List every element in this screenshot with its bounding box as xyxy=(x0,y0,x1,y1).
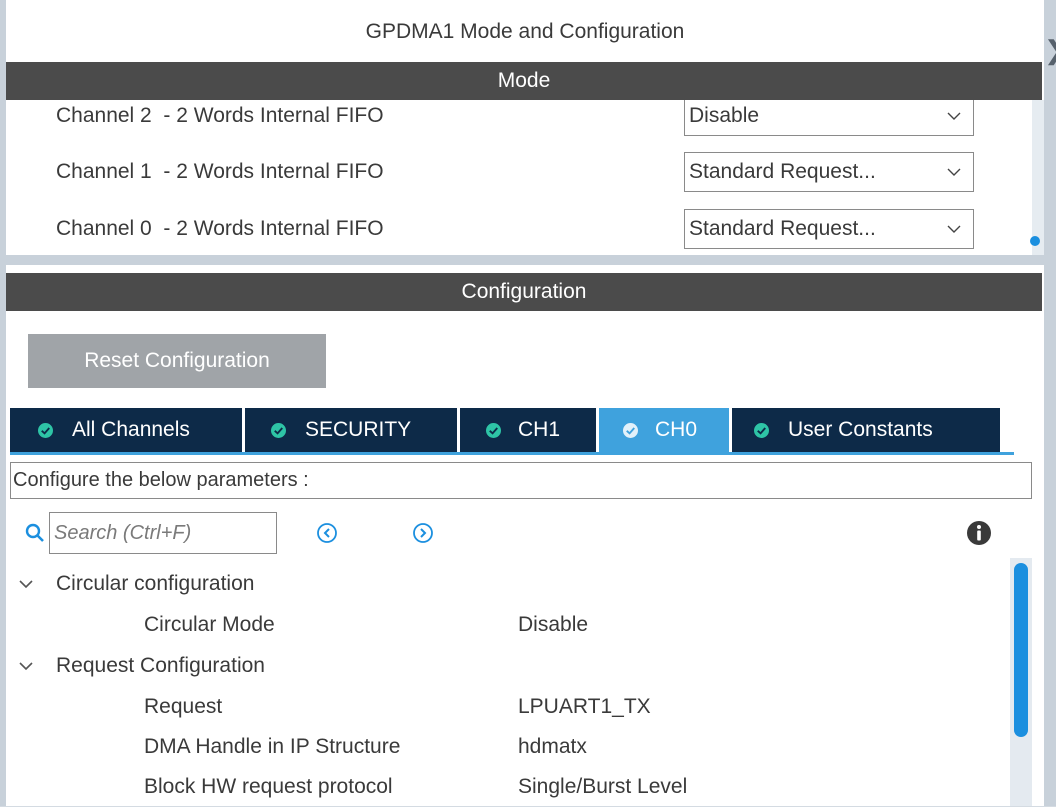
chevron-left-circle-icon[interactable] xyxy=(316,522,338,544)
check-circle-icon xyxy=(486,423,501,438)
tab-label: All Channels xyxy=(72,418,190,441)
mode-row-label: Channel 1 - 2 Words Internal FIFO xyxy=(56,160,384,183)
check-circle-icon xyxy=(754,423,769,438)
select-value: Standard Request... xyxy=(689,217,876,240)
section-splitter[interactable] xyxy=(6,255,1044,265)
select-value: Standard Request... xyxy=(689,160,876,183)
mode-row-label: Channel 2 - 2 Words Internal FIFO xyxy=(56,104,384,127)
param-value: Disable xyxy=(518,613,589,636)
right-splitter[interactable] xyxy=(1044,0,1056,806)
tree-param-row[interactable]: Request LPUART1_TX xyxy=(10,687,1010,727)
select-value: Disable xyxy=(689,104,760,127)
tab-label: SECURITY xyxy=(305,418,412,441)
param-value: Single/Burst Level xyxy=(518,775,688,798)
mode-scrollbar-thumb[interactable] xyxy=(1030,236,1040,246)
parameters-description: Configure the below parameters : xyxy=(10,462,1032,499)
left-splitter[interactable] xyxy=(0,0,6,806)
tree-param-row[interactable]: Circular Mode Disable xyxy=(10,605,1010,645)
tree-param-row[interactable]: DMA Handle in IP Structure hdmatx xyxy=(10,727,1010,767)
tab-all-channels[interactable]: All Channels xyxy=(10,408,242,452)
mode-header: Mode xyxy=(6,62,1042,100)
chevron-down-icon xyxy=(947,112,961,120)
mode-row-label: Channel 0 - 2 Words Internal FIFO xyxy=(56,217,384,240)
tree-group-request-configuration[interactable]: Request Configuration xyxy=(10,646,1010,686)
channel-1-mode-select[interactable]: Standard Request... xyxy=(684,152,974,192)
chevron-down-icon[interactable] xyxy=(18,577,34,591)
tree-group-label: Request Configuration xyxy=(56,654,265,677)
parameter-tree-scrollbar-thumb[interactable] xyxy=(1014,563,1028,737)
mode-row-channel-2: Channel 2 - 2 Words Internal FIFO Disabl… xyxy=(6,100,1006,136)
param-name: DMA Handle in IP Structure xyxy=(144,735,401,758)
tree-group-label: Circular configuration xyxy=(56,572,255,595)
tab-ch0[interactable]: CH0 xyxy=(599,408,729,452)
check-circle-icon xyxy=(623,423,638,438)
chevron-down-icon[interactable] xyxy=(18,659,34,673)
param-name: Request xyxy=(144,695,223,718)
chevron-right-circle-icon[interactable] xyxy=(412,522,434,544)
param-value: LPUART1_TX xyxy=(518,695,651,718)
search-input[interactable] xyxy=(49,512,277,554)
chevron-down-icon xyxy=(947,225,961,233)
check-circle-icon xyxy=(38,423,53,438)
chevron-down-icon xyxy=(947,168,961,176)
tab-security[interactable]: SECURITY xyxy=(245,408,457,452)
reset-configuration-button[interactable]: Reset Configuration xyxy=(28,334,326,388)
tab-ch1[interactable]: CH1 xyxy=(460,408,596,452)
configuration-header: Configuration xyxy=(6,273,1042,311)
param-value: hdmatx xyxy=(518,735,587,758)
search-icon xyxy=(25,523,44,542)
channel-0-mode-select[interactable]: Standard Request... xyxy=(684,209,974,249)
mode-section: Channel 2 - 2 Words Internal FIFO Disabl… xyxy=(6,100,1044,255)
collapse-arrow-icon[interactable]: ❯ xyxy=(1044,30,1056,70)
tab-user-constants[interactable]: User Constants xyxy=(732,408,1000,452)
panel-title: GPDMA1 Mode and Configuration xyxy=(365,20,685,43)
check-circle-icon xyxy=(271,423,286,438)
tab-label: CH1 xyxy=(518,418,561,441)
channel-2-mode-select[interactable]: Disable xyxy=(684,100,974,136)
param-name: Circular Mode xyxy=(144,613,275,636)
mode-scrollbar[interactable] xyxy=(1032,100,1044,255)
mode-row-channel-0: Channel 0 - 2 Words Internal FIFO Standa… xyxy=(6,209,1006,249)
tree-param-row[interactable]: Block HW request protocol Single/Burst L… xyxy=(10,767,1010,807)
info-icon[interactable] xyxy=(966,520,992,546)
tab-label: User Constants xyxy=(788,418,933,441)
tab-label: CH0 xyxy=(655,418,698,441)
mode-row-channel-1: Channel 1 - 2 Words Internal FIFO Standa… xyxy=(6,152,1006,192)
param-name: Block HW request protocol xyxy=(144,775,393,798)
tab-underline xyxy=(10,452,1014,455)
tree-group-circular-configuration[interactable]: Circular configuration xyxy=(10,564,1010,604)
